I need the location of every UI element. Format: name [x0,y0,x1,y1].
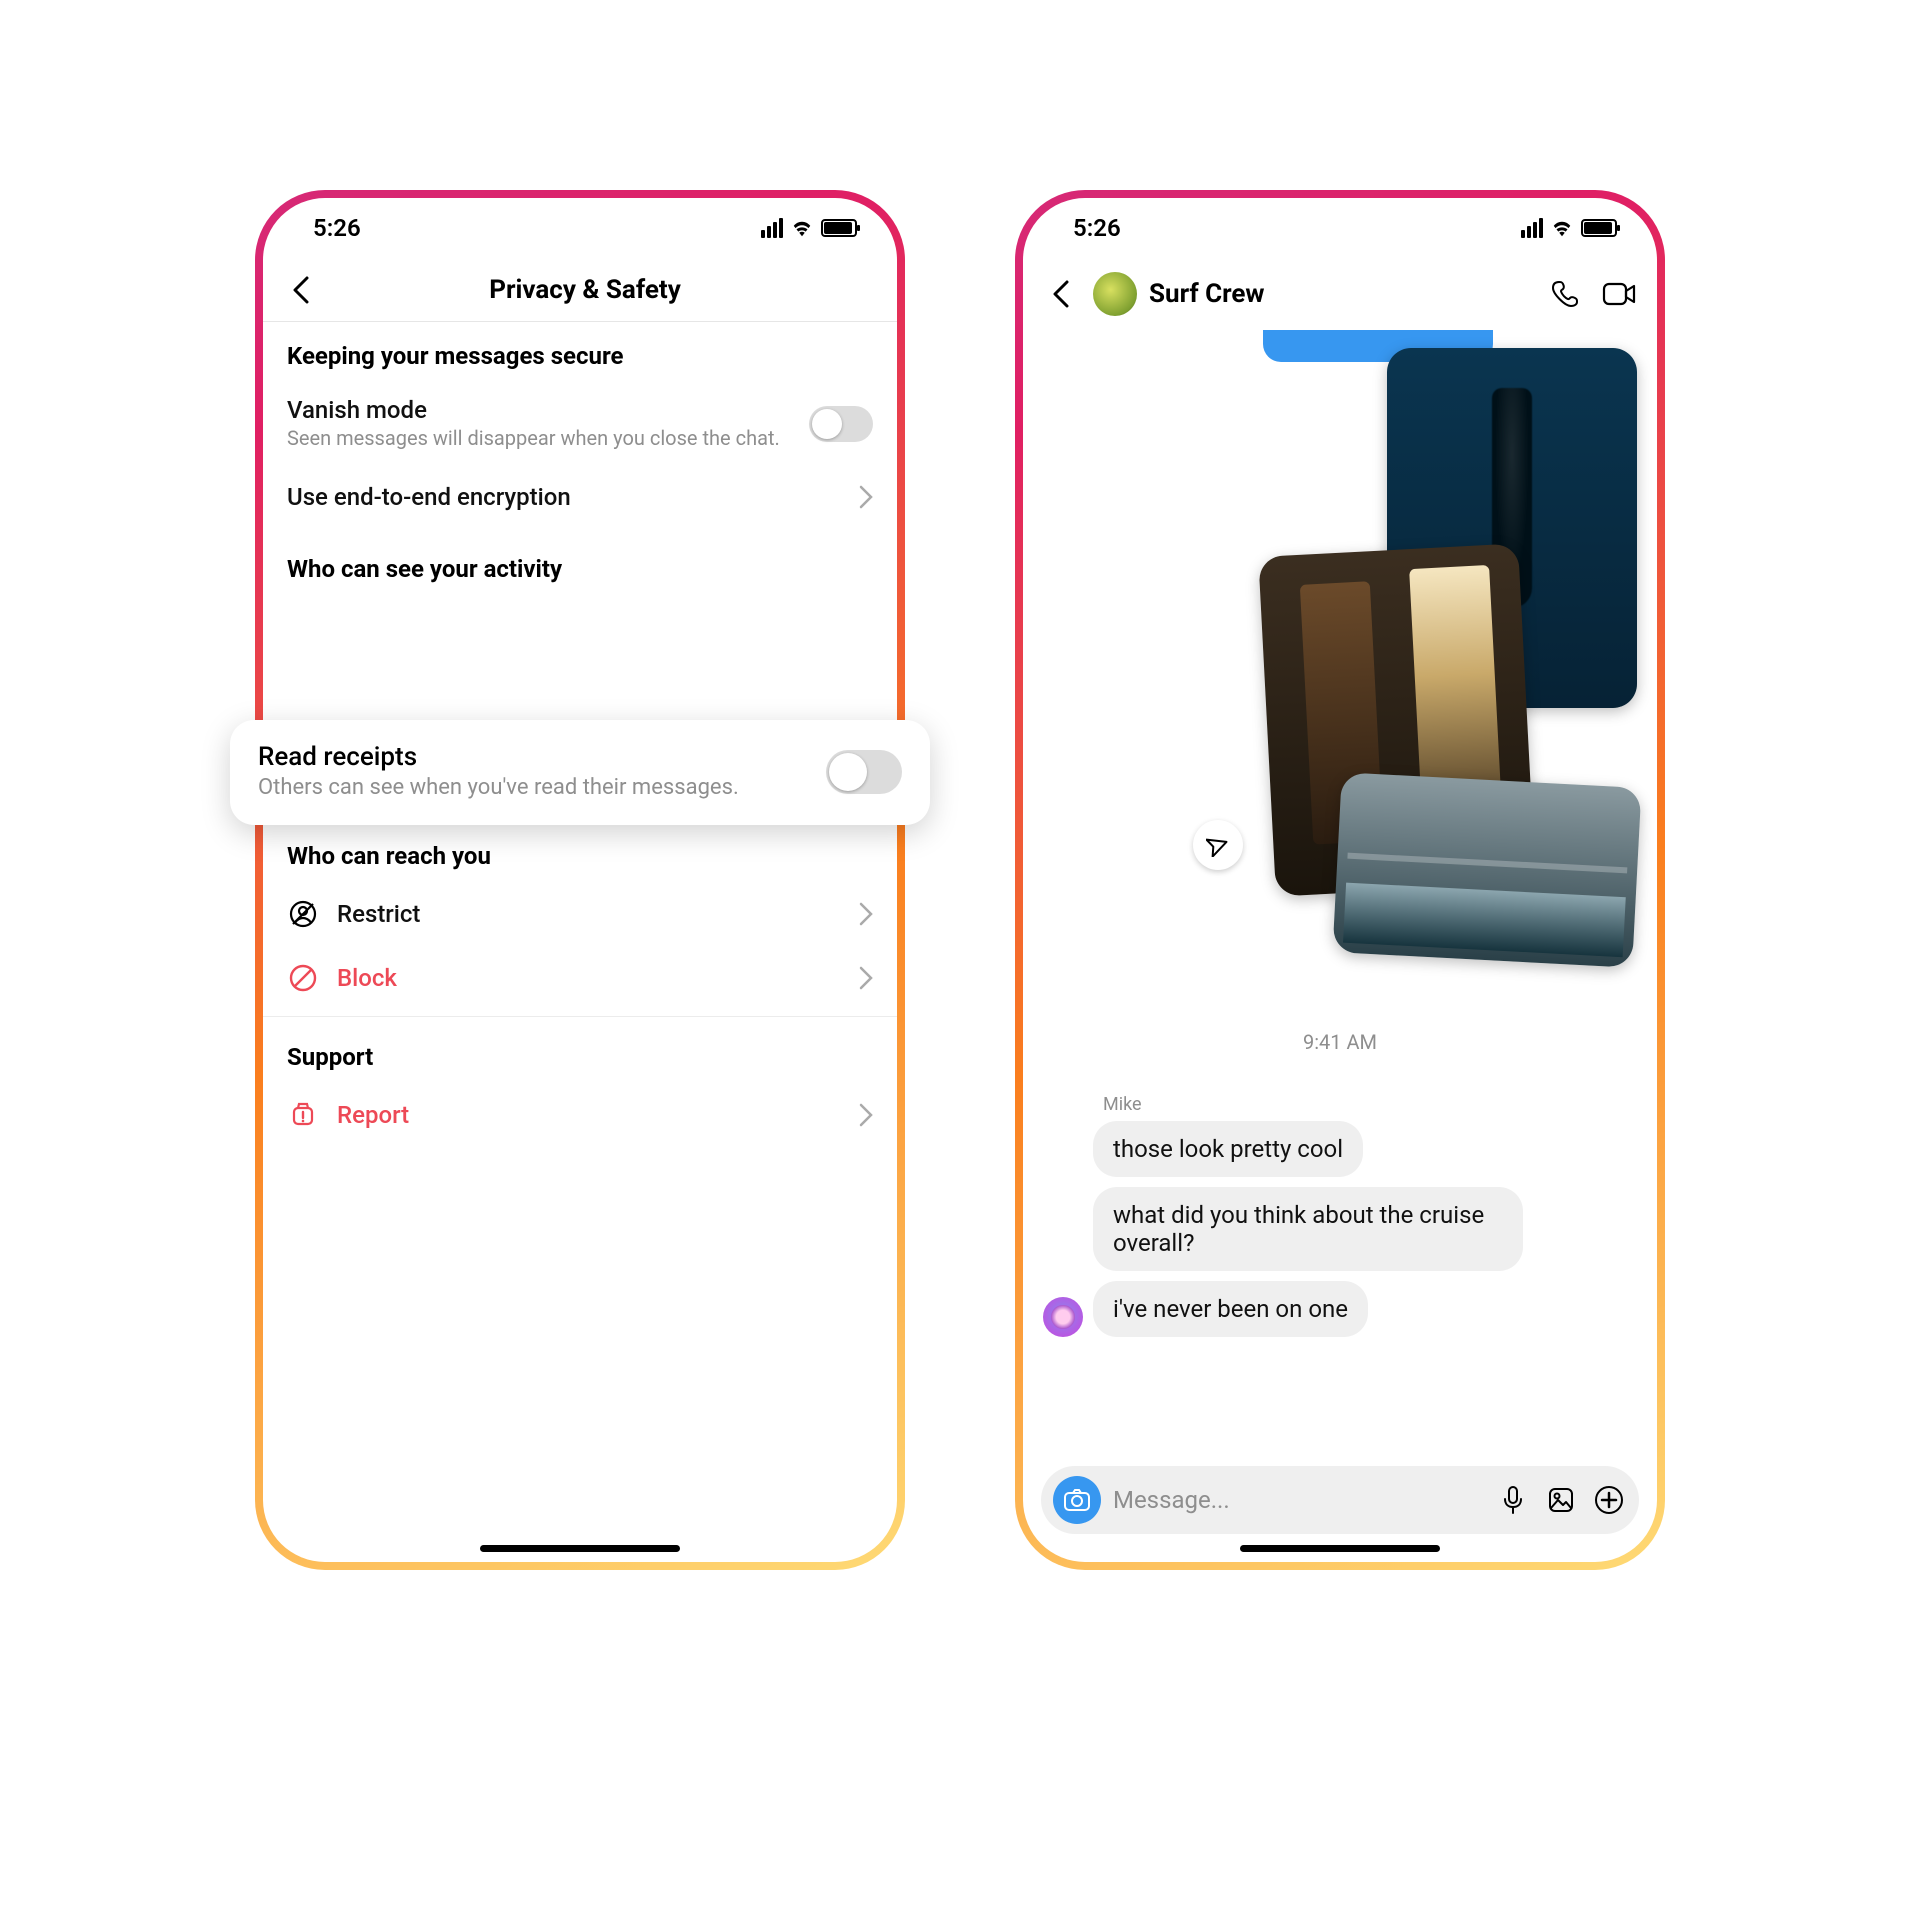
read-receipts-sub: Others can see when you've read their me… [258,774,826,803]
chat-header: Surf Crew [1023,258,1657,330]
voice-button[interactable] [1495,1482,1531,1518]
back-button[interactable] [1041,274,1081,314]
section-activity: Who can see your activity [263,529,897,595]
restrict-label: Restrict [337,900,859,928]
read-receipts-title: Read receipts [258,742,826,772]
block-label: Block [337,964,859,992]
block-icon [287,962,319,994]
message-bubble[interactable]: what did you think about the cruise over… [1093,1187,1523,1271]
read-receipts-card[interactable]: Read receipts Others can see when you've… [230,720,930,825]
wifi-icon [791,219,813,237]
chat-avatar[interactable] [1093,272,1137,316]
phone-settings: 5:26 Privacy & Safety Keeping your messa… [255,190,905,1570]
e2e-row[interactable]: Use end-to-end encryption [263,465,897,529]
settings-nav: Privacy & Safety [263,258,897,322]
chevron-right-icon [859,485,873,509]
report-icon [287,1099,319,1131]
timestamp: 9:41 AM [1023,1030,1657,1054]
gallery-button[interactable] [1543,1482,1579,1518]
status-bar: 5:26 [263,198,897,258]
section-support: Support [263,1023,897,1083]
message-composer[interactable]: Message... [1041,1466,1639,1534]
add-button[interactable] [1591,1482,1627,1518]
chevron-right-icon [859,1103,873,1127]
share-button[interactable] [1193,820,1243,870]
cellular-icon [1521,218,1543,238]
message-row: i've never been on one [1043,1281,1637,1337]
block-row[interactable]: Block [263,946,897,1010]
sender-name: Mike [1103,1094,1637,1115]
section-secure: Keeping your messages secure [263,322,897,382]
messages: Mike those look pretty cool what did you… [1023,1090,1657,1347]
chevron-right-icon [859,966,873,990]
message-row: those look pretty cool [1043,1121,1637,1177]
vanish-mode-sub: Seen messages will disappear when you cl… [287,426,809,451]
report-label: Report [337,1101,859,1129]
message-row: what did you think about the cruise over… [1043,1187,1637,1271]
status-icons [761,218,857,238]
restrict-icon [287,898,319,930]
photo-attachment[interactable] [1332,772,1641,967]
read-receipts-toggle[interactable] [826,750,902,794]
status-icons [1521,218,1617,238]
vanish-mode-title: Vanish mode [287,396,809,424]
vanish-mode-toggle[interactable] [809,406,873,442]
chat-title[interactable]: Surf Crew [1149,279,1535,309]
page-title: Privacy & Safety [291,275,879,305]
message-bubble[interactable]: those look pretty cool [1093,1121,1363,1177]
report-row[interactable]: Report [263,1083,897,1147]
status-time: 5:26 [1073,214,1121,242]
video-call-button[interactable] [1599,274,1639,314]
call-button[interactable] [1547,274,1587,314]
e2e-title: Use end-to-end encryption [287,483,859,511]
cellular-icon [761,218,783,238]
message-input[interactable]: Message... [1113,1486,1483,1514]
chat-body: 9:41 AM Mike those look pretty cool what… [1023,330,1657,1456]
wifi-icon [1551,219,1573,237]
status-time: 5:26 [313,214,361,242]
battery-icon [821,219,857,237]
camera-button[interactable] [1053,1476,1101,1524]
battery-icon [1581,219,1617,237]
section-reach: Who can reach you [263,822,897,882]
message-bubble[interactable]: i've never been on one [1093,1281,1368,1337]
status-bar: 5:26 [1023,198,1657,258]
chevron-right-icon [859,902,873,926]
restrict-row[interactable]: Restrict [263,882,897,946]
vanish-mode-row[interactable]: Vanish mode Seen messages will disappear… [263,382,897,465]
home-indicator [1240,1545,1440,1552]
home-indicator [480,1545,680,1552]
phone-chat: 5:26 Surf Crew [1015,190,1665,1570]
sender-avatar[interactable] [1043,1297,1083,1337]
